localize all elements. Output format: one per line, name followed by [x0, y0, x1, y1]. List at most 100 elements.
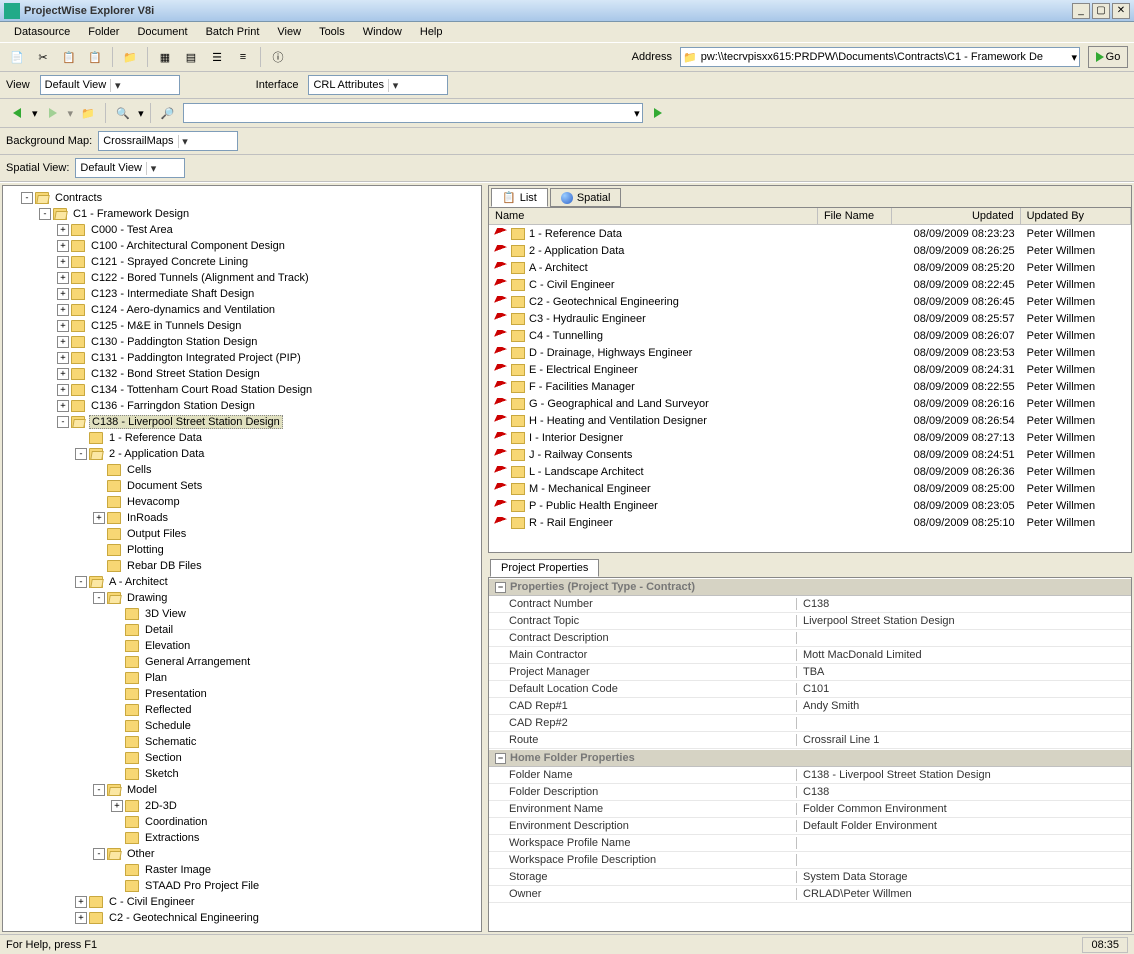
up-folder-button[interactable]: 📁	[77, 102, 99, 124]
property-row[interactable]: Workspace Profile Name	[489, 835, 1131, 852]
tree-node[interactable]: +C2 - Geotechnical Engineering	[3, 910, 481, 926]
back-button[interactable]	[6, 102, 28, 124]
tree-node[interactable]: -2 - Application Data	[3, 446, 481, 462]
col-updatedby[interactable]: Updated By	[1021, 208, 1131, 224]
property-value[interactable]: Folder Common Environment	[797, 803, 1131, 815]
chevron-down-icon[interactable]: ▾	[178, 135, 192, 148]
tree-node[interactable]: Schedule	[3, 718, 481, 734]
list-row[interactable]: G - Geographical and Land Surveyor08/09/…	[489, 395, 1131, 412]
tool-new-icon[interactable]: 📄	[6, 46, 28, 68]
expand-icon[interactable]: -	[93, 592, 105, 604]
tree-node[interactable]: +C121 - Sprayed Concrete Lining	[3, 254, 481, 270]
expand-icon[interactable]: -	[93, 848, 105, 860]
expand-icon[interactable]: +	[57, 384, 69, 396]
tree-node[interactable]: -Drawing	[3, 590, 481, 606]
tree-node[interactable]: -Other	[3, 846, 481, 862]
tree-node[interactable]: -Model	[3, 782, 481, 798]
interface-combo[interactable]: CRL Attributes▾	[308, 75, 448, 95]
search-combo[interactable]: ▾	[183, 103, 643, 123]
tree-node[interactable]: Presentation	[3, 686, 481, 702]
go-button[interactable]: Go	[1088, 46, 1128, 68]
property-row[interactable]: Environment NameFolder Common Environmen…	[489, 801, 1131, 818]
list-row[interactable]: I - Interior Designer08/09/2009 08:27:13…	[489, 429, 1131, 446]
tree-node[interactable]: Extractions	[3, 830, 481, 846]
expand-icon[interactable]: +	[57, 272, 69, 284]
menu-tools[interactable]: Tools	[311, 24, 353, 40]
property-row[interactable]: OwnerCRLAD\Peter Willmen	[489, 886, 1131, 903]
tree-node[interactable]: +C - Civil Engineer	[3, 894, 481, 910]
tool-list-large-icon[interactable]: ▦	[154, 46, 176, 68]
restore-button[interactable]: ▢	[1092, 3, 1110, 19]
expand-icon[interactable]: -	[93, 784, 105, 796]
expand-icon[interactable]: +	[57, 240, 69, 252]
property-row[interactable]: StorageSystem Data Storage	[489, 869, 1131, 886]
bgmap-combo[interactable]: CrossrailMaps▾	[98, 131, 238, 151]
menu-document[interactable]: Document	[129, 24, 195, 40]
tree-node[interactable]: 1 - Reference Data	[3, 430, 481, 446]
list-row[interactable]: E - Electrical Engineer08/09/2009 08:24:…	[489, 361, 1131, 378]
list-row[interactable]: J - Railway Consents08/09/2009 08:24:51P…	[489, 446, 1131, 463]
tree-node[interactable]: +C125 - M&E in Tunnels Design	[3, 318, 481, 334]
col-name[interactable]: Name	[489, 208, 818, 224]
forward-button[interactable]	[42, 102, 64, 124]
tree-node[interactable]: +C100 - Architectural Component Design	[3, 238, 481, 254]
expand-icon[interactable]: -	[39, 208, 51, 220]
property-value[interactable]: Mott MacDonald Limited	[797, 649, 1131, 661]
find-icon[interactable]: 🔍	[112, 102, 134, 124]
tab-spatial[interactable]: Spatial	[550, 188, 622, 207]
search-icon[interactable]: 🔎	[157, 102, 179, 124]
property-value[interactable]: Andy Smith	[797, 700, 1131, 712]
col-updated[interactable]: Updated	[892, 208, 1021, 224]
property-row[interactable]: Main ContractorMott MacDonald Limited	[489, 647, 1131, 664]
expand-icon[interactable]: +	[57, 304, 69, 316]
search-go-button[interactable]	[647, 102, 669, 124]
expand-icon[interactable]: +	[57, 224, 69, 236]
tree-node[interactable]: General Arrangement	[3, 654, 481, 670]
tree-node[interactable]: Plan	[3, 670, 481, 686]
property-value[interactable]: Liverpool Street Station Design	[797, 615, 1131, 627]
property-row[interactable]: Environment DescriptionDefault Folder En…	[489, 818, 1131, 835]
expand-icon[interactable]: +	[93, 512, 105, 524]
tree-node[interactable]: +C130 - Paddington Station Design	[3, 334, 481, 350]
expand-icon[interactable]: -	[21, 192, 33, 204]
tree-node[interactable]: Coordination	[3, 814, 481, 830]
tree-node[interactable]: +2D-3D	[3, 798, 481, 814]
list-row[interactable]: R - Rail Engineer08/09/2009 08:25:10Pete…	[489, 514, 1131, 531]
tree-node[interactable]: STAAD Pro Project File	[3, 878, 481, 894]
tree-node[interactable]: +C132 - Bond Street Station Design	[3, 366, 481, 382]
chevron-down-icon[interactable]: ▾	[388, 79, 402, 92]
expand-icon[interactable]: -	[75, 576, 87, 588]
tree-node[interactable]: Cells	[3, 462, 481, 478]
spatial-combo[interactable]: Default View▾	[75, 158, 185, 178]
menu-folder[interactable]: Folder	[80, 24, 127, 40]
list-row[interactable]: M - Mechanical Engineer08/09/2009 08:25:…	[489, 480, 1131, 497]
minimize-button[interactable]: _	[1072, 3, 1090, 19]
tree-node[interactable]: Rebar DB Files	[3, 558, 481, 574]
list-row[interactable]: C4 - Tunnelling08/09/2009 08:26:07Peter …	[489, 327, 1131, 344]
menu-datasource[interactable]: Datasource	[6, 24, 78, 40]
property-value[interactable]: Default Folder Environment	[797, 820, 1131, 832]
list-row[interactable]: 2 - Application Data08/09/2009 08:26:25P…	[489, 242, 1131, 259]
tree-node[interactable]: +C123 - Intermediate Shaft Design	[3, 286, 481, 302]
list-row[interactable]: H - Heating and Ventilation Designer08/0…	[489, 412, 1131, 429]
expand-icon[interactable]: +	[111, 800, 123, 812]
tree-node[interactable]: -Contracts	[3, 190, 481, 206]
tree-node[interactable]: -C138 - Liverpool Street Station Design	[3, 414, 481, 430]
tree-node[interactable]: -C1 - Framework Design	[3, 206, 481, 222]
list-row[interactable]: D - Drainage, Highways Engineer08/09/200…	[489, 344, 1131, 361]
expand-icon[interactable]: +	[57, 320, 69, 332]
list-row[interactable]: L - Landscape Architect08/09/2009 08:26:…	[489, 463, 1131, 480]
close-button[interactable]: ✕	[1112, 3, 1130, 19]
property-value[interactable]: CRLAD\Peter Willmen	[797, 888, 1131, 900]
col-filename[interactable]: File Name	[818, 208, 892, 224]
tree-node[interactable]: +C134 - Tottenham Court Road Station Des…	[3, 382, 481, 398]
property-value[interactable]: C138 - Liverpool Street Station Design	[797, 769, 1131, 781]
tool-paste-icon[interactable]: 📋	[84, 46, 106, 68]
expand-icon[interactable]: +	[75, 896, 87, 908]
tree-node[interactable]: +C131 - Paddington Integrated Project (P…	[3, 350, 481, 366]
property-row[interactable]: RouteCrossrail Line 1	[489, 732, 1131, 749]
expand-icon[interactable]: +	[57, 256, 69, 268]
tree-node[interactable]: +C122 - Bored Tunnels (Alignment and Tra…	[3, 270, 481, 286]
property-row[interactable]: Folder DescriptionC138	[489, 784, 1131, 801]
property-row[interactable]: Project ManagerTBA	[489, 664, 1131, 681]
